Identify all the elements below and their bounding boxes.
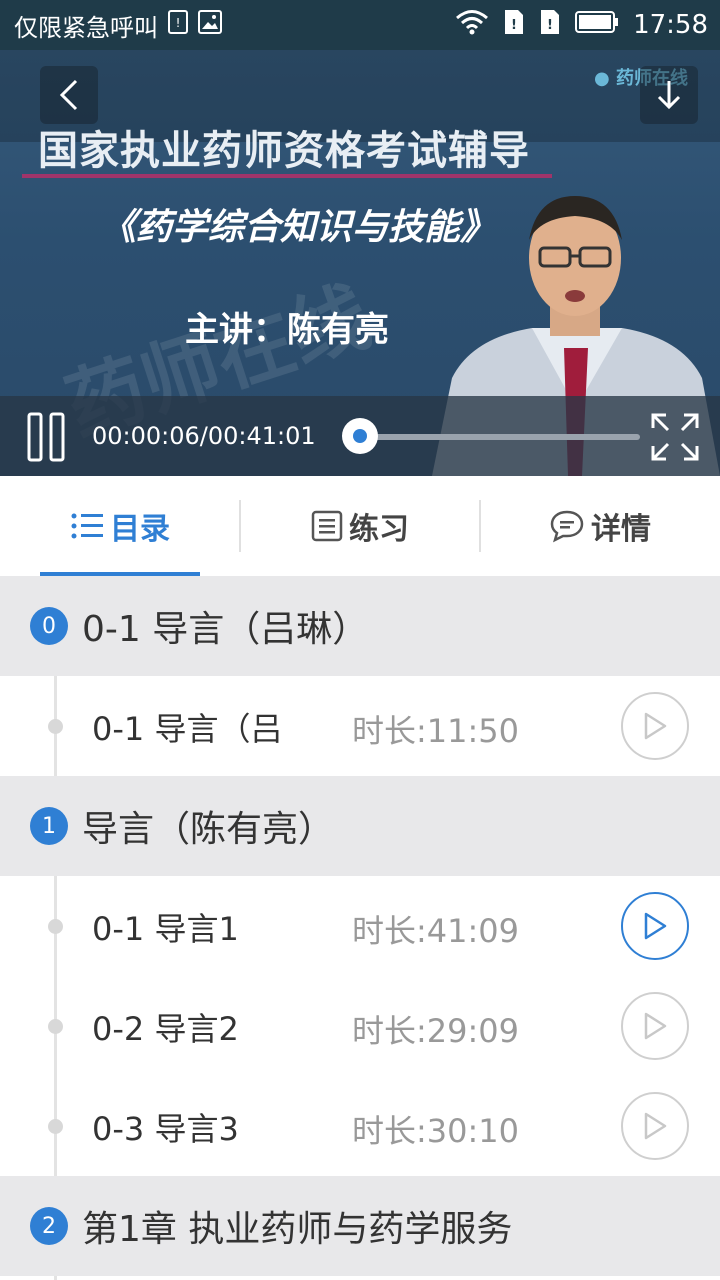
sim1-icon: ! bbox=[503, 8, 525, 43]
slide-title: 国家执业药师资格考试辅导 bbox=[38, 128, 530, 174]
chapter-header[interactable]: 0 0-1 导言（吕琳） bbox=[0, 576, 720, 676]
list-icon bbox=[71, 513, 103, 539]
chapter-title: 第1章 执业药师与药学服务 bbox=[82, 1209, 513, 1250]
play-button[interactable] bbox=[621, 992, 689, 1060]
play-button[interactable] bbox=[621, 892, 689, 960]
clock: 17:58 bbox=[633, 10, 708, 40]
chapter-header[interactable]: 2 第1章 执业药师与药学服务 bbox=[0, 1176, 720, 1276]
koala-icon: ● bbox=[594, 68, 610, 89]
timeline-dot bbox=[48, 1019, 63, 1034]
battery-icon bbox=[575, 10, 619, 41]
video-player[interactable]: 药师在线 国家执业药师资格考试辅导 《药学综合知识与技能》 主讲：陈有亮 ● 药… bbox=[0, 50, 720, 476]
lesson-title: 0-1 导言1 bbox=[92, 910, 239, 948]
timeline-line bbox=[54, 1276, 57, 1280]
pause-button[interactable] bbox=[26, 412, 66, 462]
chapter-title: 0-1 导言（吕琳） bbox=[82, 609, 369, 650]
download-button[interactable] bbox=[640, 66, 698, 124]
slide-speaker: 主讲：陈有亮 bbox=[185, 310, 389, 350]
tab-details[interactable]: 详情 bbox=[480, 476, 720, 576]
play-icon bbox=[644, 1112, 667, 1140]
download-icon bbox=[657, 81, 681, 110]
lesson-row[interactable]: 0-2 导言2 时长:29:09 bbox=[0, 976, 720, 1076]
timeline-dot bbox=[48, 919, 63, 934]
play-icon bbox=[644, 912, 667, 940]
status-bar: 仅限紧急呼叫 ! ! ! 17:58 bbox=[0, 0, 720, 50]
play-button[interactable] bbox=[621, 1092, 689, 1160]
lesson-row[interactable]: 0-1 导言1 时长:41:09 bbox=[0, 876, 720, 976]
image-icon bbox=[198, 10, 222, 40]
lesson-duration: 时长:29:09 bbox=[352, 1012, 520, 1050]
chapter-number-badge: 0 bbox=[30, 607, 68, 645]
wifi-icon bbox=[455, 9, 489, 42]
progress-track[interactable] bbox=[360, 434, 640, 440]
carrier-text: 仅限紧急呼叫 bbox=[14, 13, 158, 42]
chapter-header[interactable]: 1 导言（陈有亮） bbox=[0, 776, 720, 876]
sim2-icon: ! bbox=[539, 8, 561, 43]
progress-thumb[interactable] bbox=[342, 418, 378, 454]
play-icon bbox=[644, 1012, 667, 1040]
sim-icon: ! bbox=[168, 10, 188, 40]
svg-text:!: ! bbox=[511, 18, 517, 33]
lesson-duration: 时长:41:09 bbox=[352, 912, 520, 950]
document-icon bbox=[311, 510, 343, 542]
chat-bubble-icon bbox=[550, 510, 584, 543]
chevron-left-icon bbox=[59, 79, 78, 111]
lesson-duration: 时长:30:10 bbox=[352, 1112, 520, 1150]
play-icon bbox=[644, 712, 667, 740]
play-button[interactable] bbox=[621, 692, 689, 760]
lesson-title: 0-2 导言2 bbox=[92, 1010, 239, 1048]
lesson-row[interactable]: 0-1 导言（吕 时长:11:50 bbox=[0, 676, 720, 776]
tab-label: 详情 bbox=[591, 512, 651, 547]
chapter-title: 导言（陈有亮） bbox=[82, 809, 335, 850]
chapter-number-badge: 2 bbox=[30, 1207, 68, 1245]
tab-bar: 目录 练习 详情 bbox=[0, 476, 720, 576]
time-display: 00:00:06/00:41:01 bbox=[92, 422, 316, 450]
fullscreen-button[interactable] bbox=[650, 412, 700, 462]
tab-label: 练习 bbox=[349, 512, 409, 547]
lesson-row[interactable]: 0-3 导言3 时长:30:10 bbox=[0, 1076, 720, 1176]
back-button[interactable] bbox=[40, 66, 98, 124]
lesson-title: 0-3 导言3 bbox=[92, 1110, 239, 1148]
svg-text:!: ! bbox=[176, 16, 181, 30]
timeline-dot bbox=[48, 719, 63, 734]
chapter-number-badge: 1 bbox=[30, 807, 68, 845]
tab-practice[interactable]: 练习 bbox=[240, 476, 480, 576]
tab-catalog[interactable]: 目录 bbox=[0, 476, 240, 576]
tab-label: 目录 bbox=[110, 512, 170, 547]
svg-text:!: ! bbox=[547, 18, 553, 33]
lesson-title: 0-1 导言（吕 bbox=[92, 710, 283, 748]
timeline-dot bbox=[48, 1119, 63, 1134]
lesson-duration: 时长:11:50 bbox=[352, 712, 520, 750]
